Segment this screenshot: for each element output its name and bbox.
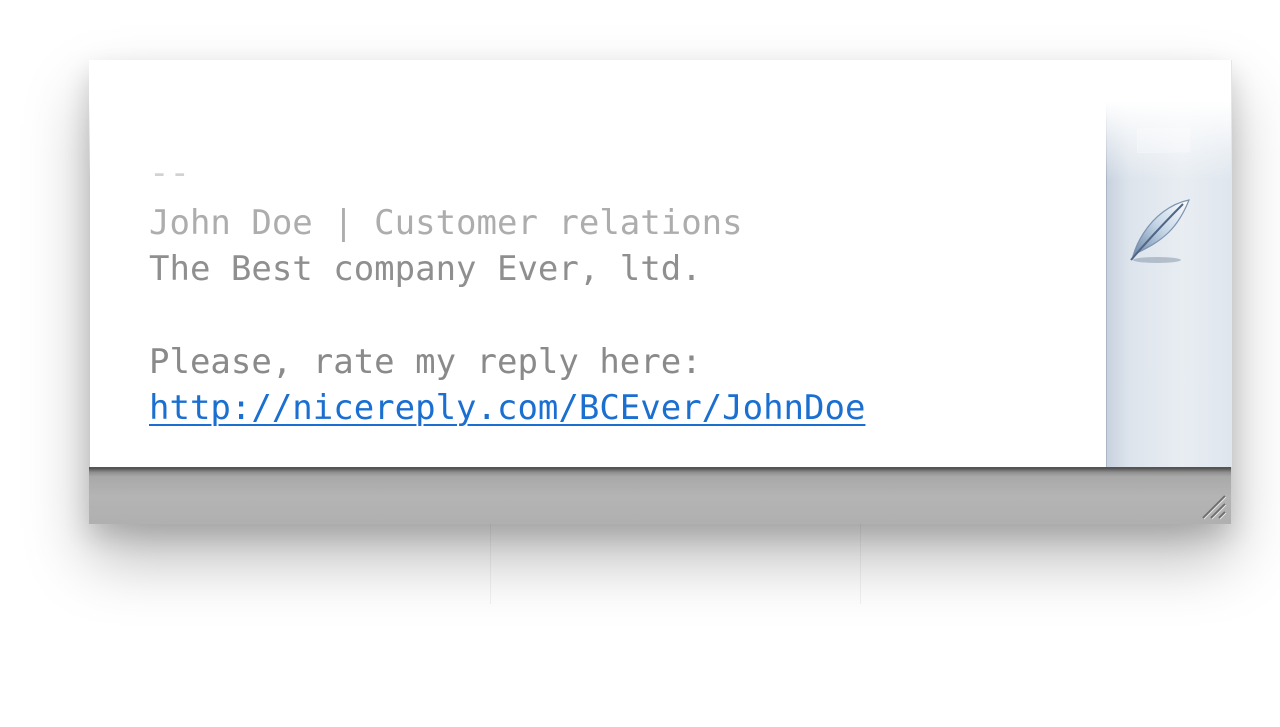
signature-rate-link[interactable]: http://nicereply.com/BCEver/JohnDoe <box>149 385 865 431</box>
signature-company-line: The Best company Ever, ltd. <box>149 249 702 289</box>
signature-separator: -- <box>149 153 190 193</box>
side-panel-button[interactable] <box>1137 128 1191 153</box>
resize-grip-icon[interactable] <box>1195 488 1227 520</box>
signature-rate-prompt: Please, rate my reply here: <box>149 342 702 382</box>
background-divider <box>860 524 861 604</box>
compose-window: -- John Doe | Customer relations The Bes… <box>89 60 1232 524</box>
message-body-editor[interactable]: -- John Doe | Customer relations The Bes… <box>89 60 1107 467</box>
screenshot-scene: -- John Doe | Customer relations The Bes… <box>0 0 1280 727</box>
status-bar <box>89 467 1231 524</box>
signature-name-line: John Doe | Customer relations <box>149 203 743 243</box>
background-divider <box>490 524 491 604</box>
quill-icon[interactable] <box>1127 194 1193 266</box>
compose-side-panel <box>1106 60 1232 467</box>
